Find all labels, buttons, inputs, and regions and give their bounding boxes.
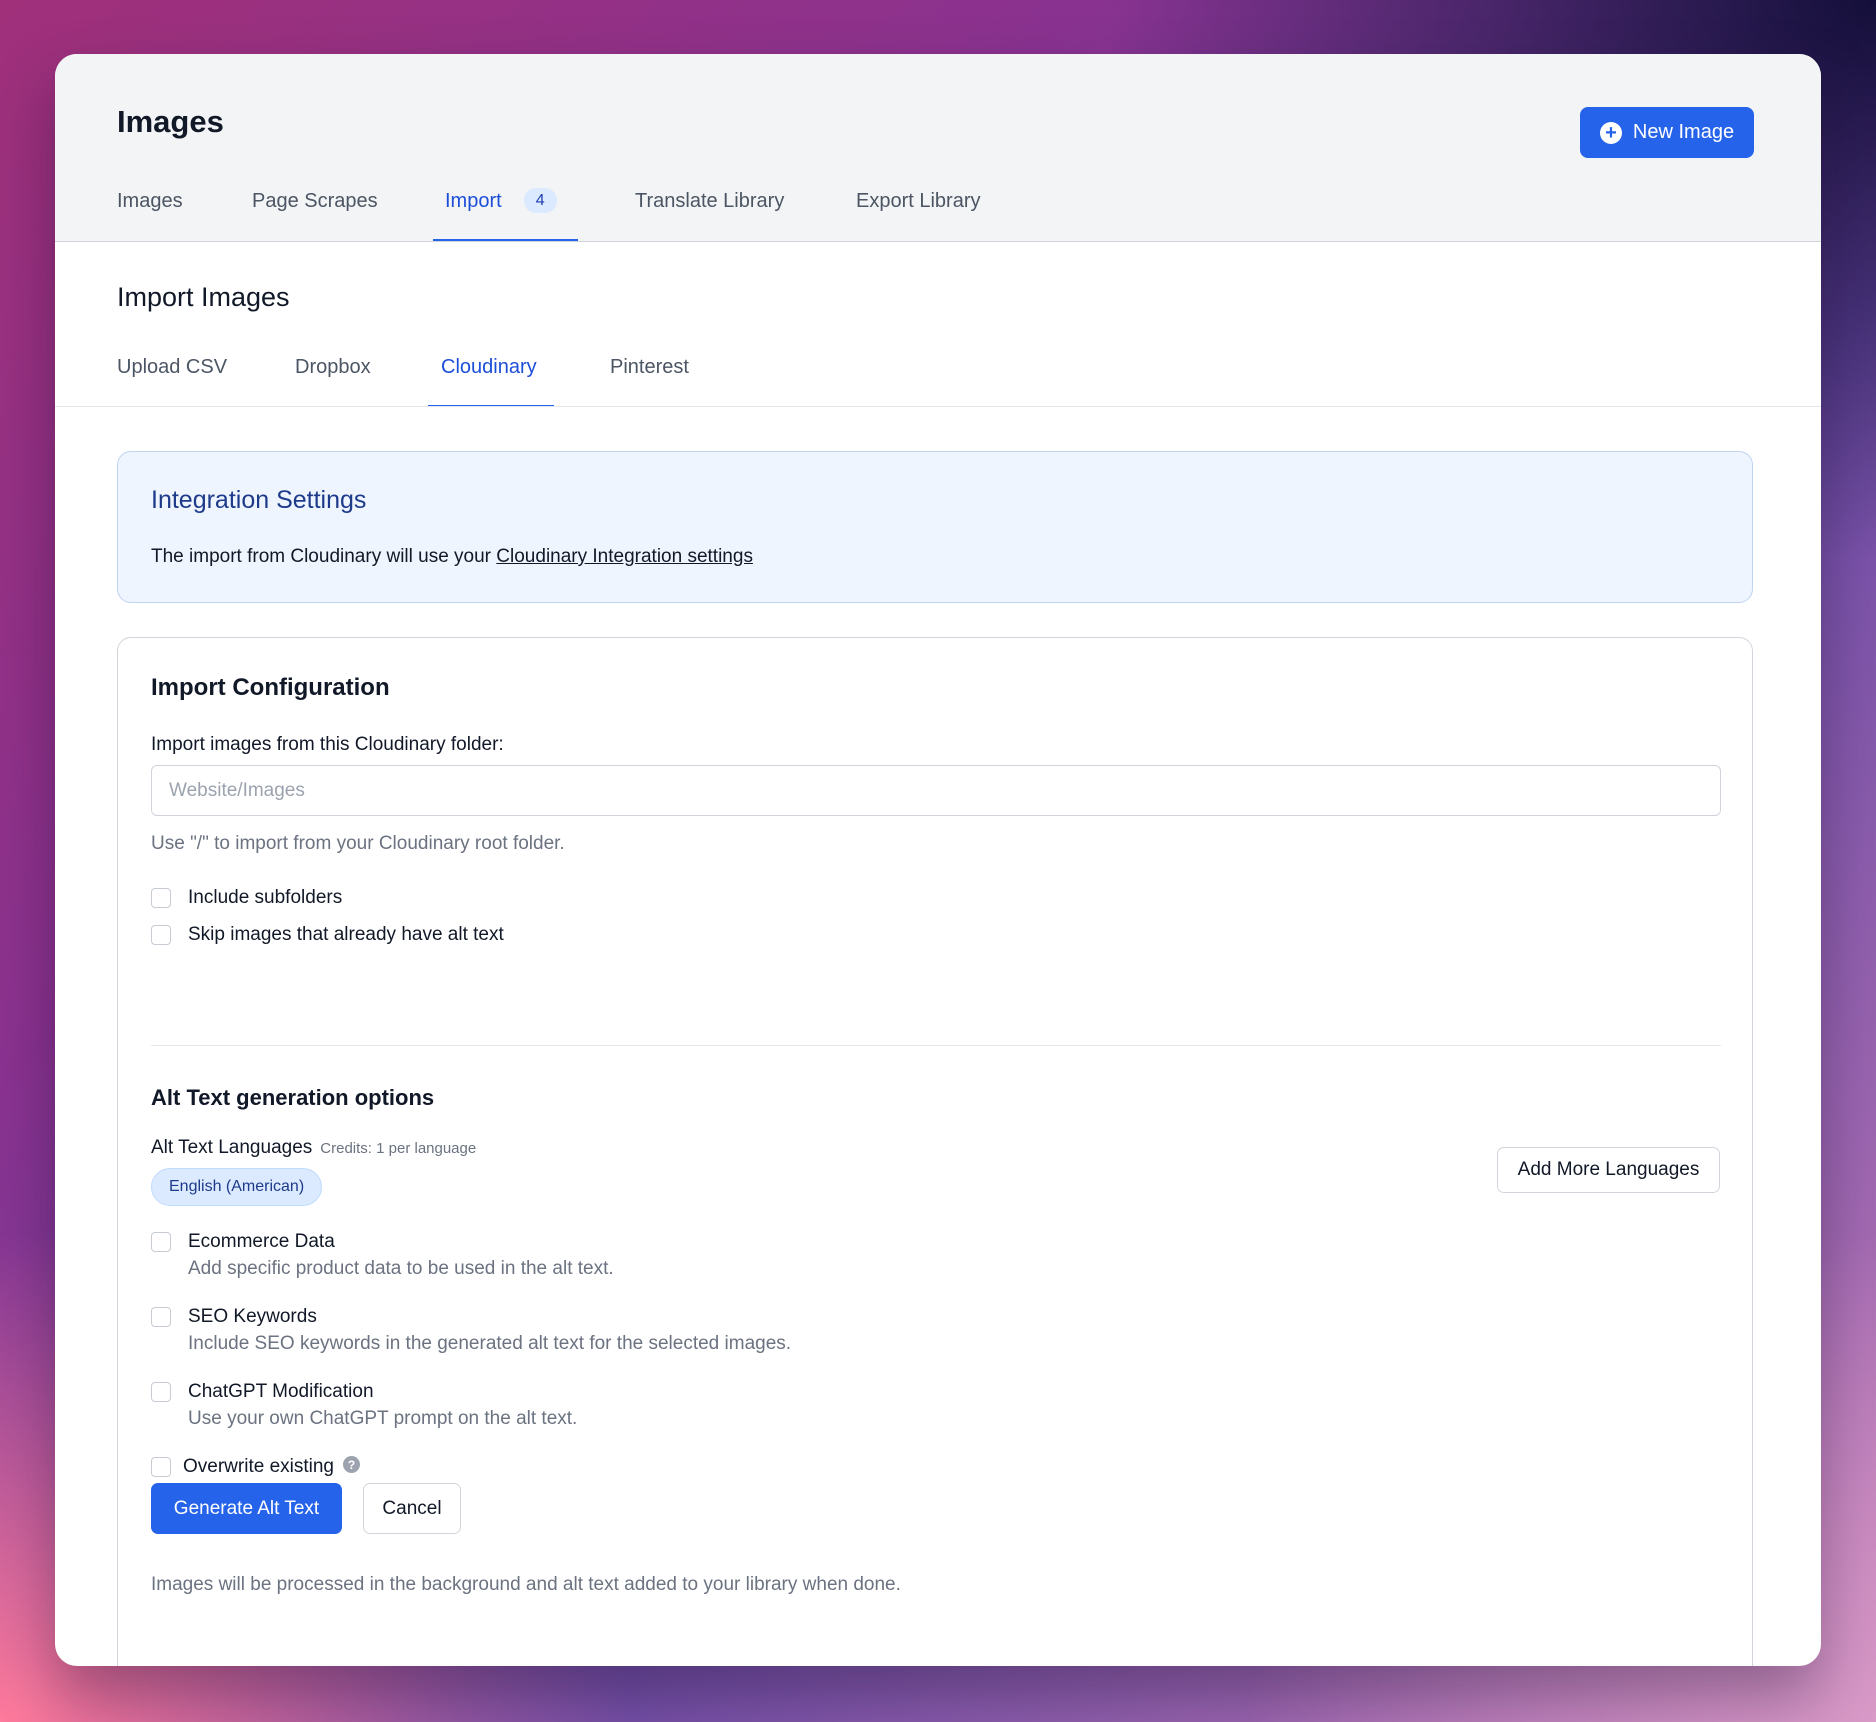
seo-keywords-text: SEO Keywords Include SEO keywords in the… (188, 1306, 791, 1355)
import-configuration-box: Import Configuration Import images from … (117, 637, 1753, 1666)
question-circle-icon[interactable]: ? (343, 1456, 360, 1473)
tab-export-library[interactable]: Export Library (856, 190, 981, 241)
subtab-dropbox[interactable]: Dropbox (295, 356, 371, 407)
languages-label-text: Alt Text Languages (151, 1137, 313, 1158)
seo-keywords-checkbox[interactable] (151, 1307, 171, 1327)
main-tabs: Images Page Scrapes Import 4 Translate L… (55, 54, 1821, 241)
ecommerce-data-label: Ecommerce Data (188, 1231, 335, 1252)
cancel-button[interactable]: Cancel (363, 1483, 461, 1534)
integration-settings-text: The import from Cloudinary will use your… (151, 546, 753, 568)
subtab-cloudinary[interactable]: Cloudinary (428, 356, 554, 407)
tab-import-label: Import (445, 190, 502, 212)
overwrite-existing-row: Overwrite existing ? (151, 1456, 360, 1478)
import-configuration-title: Import Configuration (151, 674, 390, 701)
import-count-badge: 4 (523, 188, 557, 213)
chatgpt-modification-desc: Use your own ChatGPT prompt on the alt t… (188, 1408, 578, 1429)
alt-text-options-title: Alt Text generation options (151, 1085, 435, 1110)
language-chip[interactable]: English (American) (151, 1168, 323, 1206)
tab-page-scrapes-label: Page Scrapes (252, 190, 378, 212)
skip-existing-row: Skip images that already have alt text (151, 924, 504, 946)
ecommerce-data-row: Ecommerce Data Add specific product data… (151, 1231, 614, 1280)
cloudinary-integration-link[interactable]: Cloudinary Integration settings (496, 546, 753, 567)
folder-label: Import images from this Cloudinary folde… (151, 734, 504, 755)
credits-note: Credits: 1 per language (320, 1140, 477, 1157)
overwrite-existing-checkbox[interactable] (151, 1457, 171, 1477)
ecommerce-data-desc: Add specific product data to be used in … (188, 1258, 614, 1279)
ecommerce-data-checkbox[interactable] (151, 1232, 171, 1252)
integration-settings-title: Integration Settings (151, 486, 367, 514)
include-subfolders-checkbox[interactable] (151, 888, 171, 908)
seo-keywords-desc: Include SEO keywords in the generated al… (188, 1333, 792, 1354)
tab-import[interactable]: Import 4 (433, 188, 578, 241)
subtab-upload-csv-label: Upload CSV (117, 356, 228, 378)
chatgpt-modification-checkbox[interactable] (151, 1382, 171, 1402)
tab-page-scrapes[interactable]: Page Scrapes (252, 190, 378, 241)
subtab-upload-csv[interactable]: Upload CSV (117, 356, 227, 407)
import-images-title: Import Images (117, 282, 290, 312)
chatgpt-modification-text: ChatGPT Modification Use your own ChatGP… (188, 1381, 577, 1430)
ecommerce-data-text: Ecommerce Data Add specific product data… (188, 1231, 614, 1280)
tab-translate-library-label: Translate Library (635, 190, 785, 212)
integration-text: The import from Cloudinary will use your (151, 546, 497, 567)
tab-images[interactable]: Images (117, 190, 183, 241)
alt-text-languages-label: Alt Text Languages Credits: 1 per languag… (151, 1137, 476, 1159)
images-card: Images + New Image Images Page Scrapes I… (55, 54, 1821, 1666)
processing-note: Images will be processed in the backgrou… (151, 1574, 901, 1595)
seo-keywords-label: SEO Keywords (188, 1306, 317, 1327)
skip-existing-checkbox[interactable] (151, 925, 171, 945)
tab-translate-library[interactable]: Translate Library (635, 190, 784, 241)
tab-images-label: Images (117, 190, 183, 212)
chatgpt-modification-label: ChatGPT Modification (188, 1381, 374, 1402)
folder-input[interactable] (151, 765, 1721, 816)
integration-settings-box: Integration Settings The import from Clo… (117, 451, 1753, 603)
subtab-pinterest[interactable]: Pinterest (610, 356, 689, 407)
include-subfolders-label: Include subfolders (188, 887, 343, 908)
subtab-pinterest-label: Pinterest (610, 356, 689, 378)
seo-keywords-row: SEO Keywords Include SEO keywords in the… (151, 1306, 791, 1355)
add-more-languages-button[interactable]: Add More Languages (1497, 1147, 1720, 1193)
skip-existing-label: Skip images that already have alt text (188, 924, 504, 945)
page-header: Images + New Image Images Page Scrapes I… (55, 54, 1821, 242)
section-divider (151, 1045, 1721, 1046)
folder-hint: Use "/" to import from your Cloudinary r… (151, 833, 565, 854)
subtab-dropbox-label: Dropbox (295, 356, 371, 378)
chatgpt-modification-row: ChatGPT Modification Use your own ChatGP… (151, 1381, 577, 1430)
subtab-cloudinary-label: Cloudinary (441, 356, 537, 378)
subtabs-divider (55, 406, 1821, 407)
overwrite-existing-label: Overwrite existing (183, 1456, 334, 1477)
include-subfolders-row: Include subfolders (151, 887, 342, 909)
generate-alt-text-button[interactable]: Generate Alt Text (151, 1483, 342, 1534)
tab-export-library-label: Export Library (856, 190, 981, 212)
